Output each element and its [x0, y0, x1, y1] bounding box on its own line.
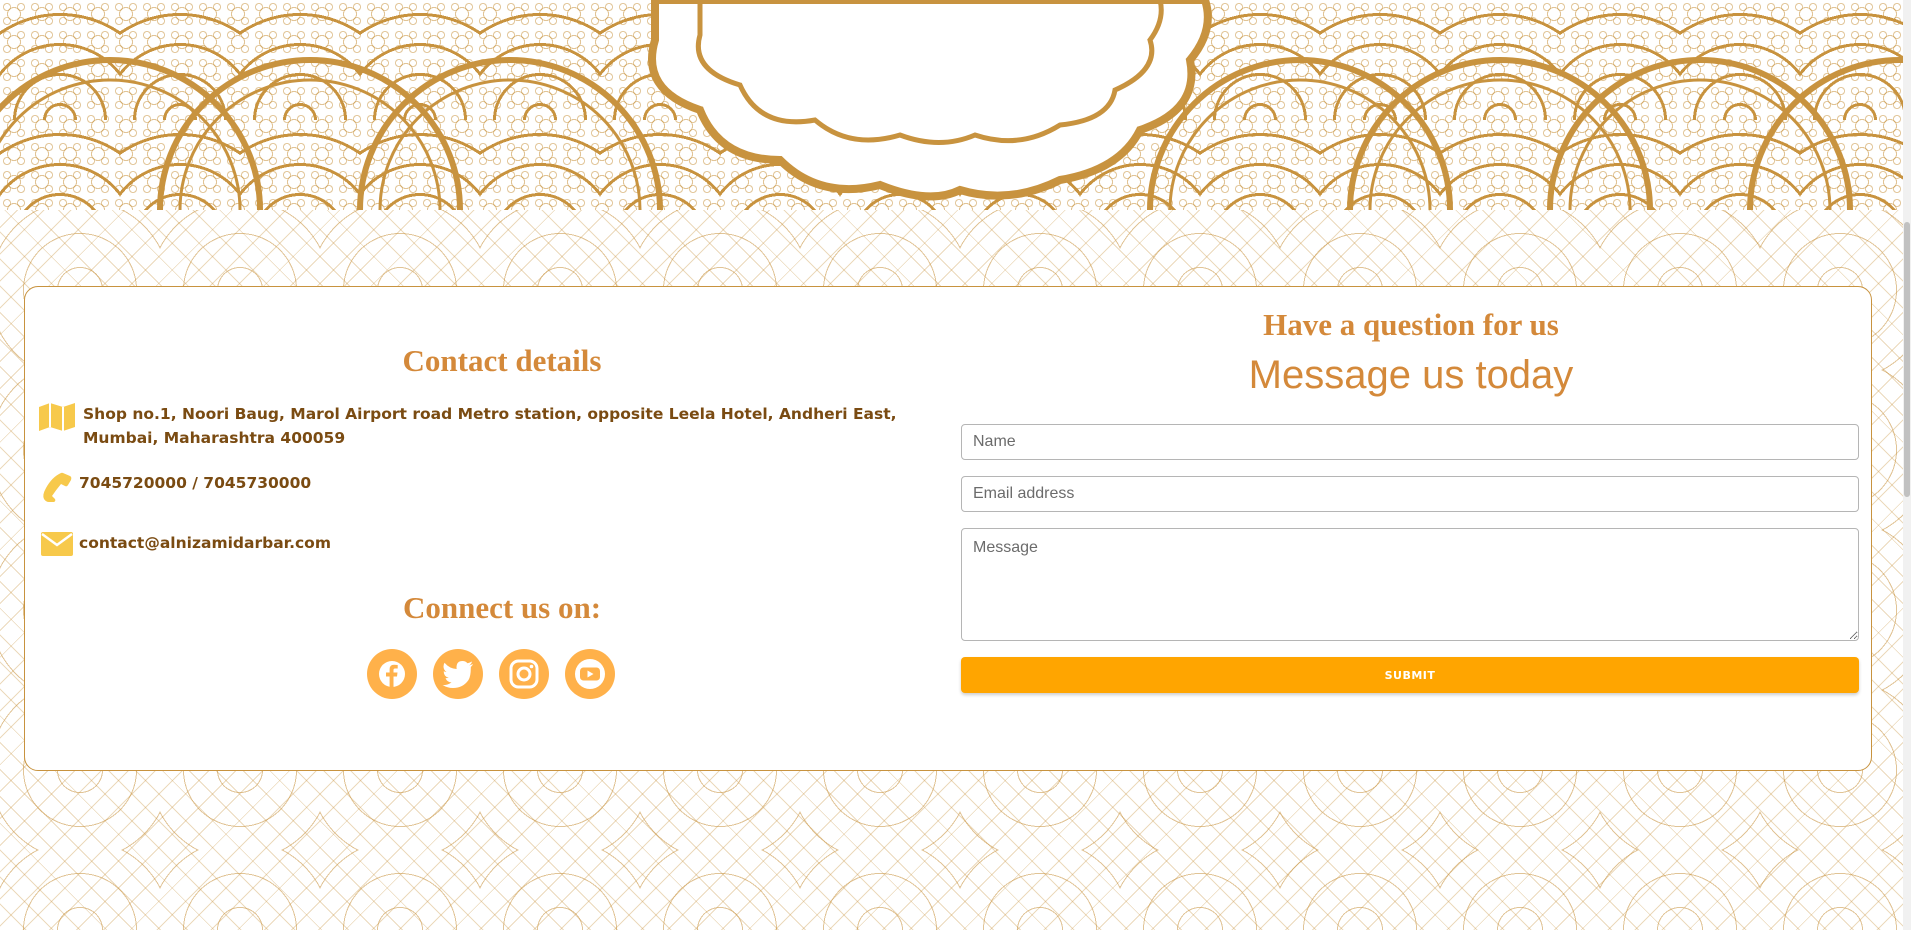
email-input[interactable]	[961, 476, 1859, 512]
facebook-icon	[379, 661, 405, 688]
youtube-icon	[575, 659, 605, 689]
map-icon	[37, 402, 77, 432]
scrollbar-thumb[interactable]	[1904, 222, 1910, 497]
question-heading: Have a question for us	[1263, 307, 1559, 342]
message-form-section: Have a question for us Message us today …	[961, 287, 1861, 770]
email-row: contact@alnizamidarbar.com	[37, 531, 331, 557]
phone-link[interactable]: 7045720000 / 7045730000	[79, 471, 311, 495]
connect-heading: Connect us on:	[402, 590, 602, 625]
page-scrollbar[interactable]	[1903, 0, 1911, 930]
contact-details-section: Contact details Shop no.1, Noori Baug, M…	[37, 287, 967, 770]
email-link[interactable]: contact@alnizamidarbar.com	[79, 531, 331, 555]
instagram-link[interactable]	[499, 649, 549, 699]
contact-details-heading: Contact details	[402, 343, 602, 378]
twitter-icon	[442, 661, 473, 688]
name-input[interactable]	[961, 424, 1859, 460]
social-links	[367, 649, 615, 699]
address-text: Shop no.1, Noori Baug, Marol Airport roa…	[83, 405, 897, 447]
message-textarea[interactable]	[961, 528, 1859, 641]
phone-icon	[37, 471, 77, 503]
message-heading: Message us today	[1248, 353, 1574, 397]
youtube-link[interactable]	[565, 649, 615, 699]
arch-pattern	[0, 0, 1903, 210]
contact-card: Contact details Shop no.1, Noori Baug, M…	[24, 286, 1872, 771]
phone-row: 7045720000 / 7045730000	[37, 471, 311, 503]
top-ornamental-banner	[0, 0, 1903, 210]
address-row: Shop no.1, Noori Baug, Marol Airport roa…	[37, 402, 913, 450]
facebook-link[interactable]	[367, 649, 417, 699]
envelope-icon	[37, 531, 77, 557]
twitter-link[interactable]	[433, 649, 483, 699]
instagram-icon	[509, 659, 539, 689]
submit-button[interactable]: Submit	[961, 657, 1859, 693]
